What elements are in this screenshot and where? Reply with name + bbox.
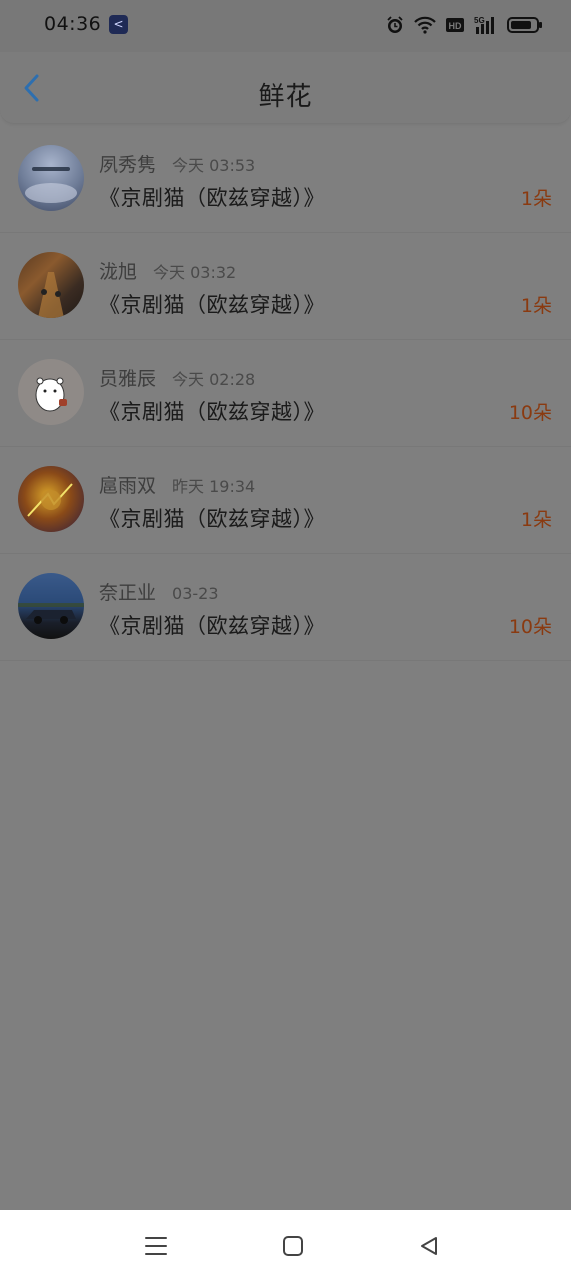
status-bar: 04:36 < HD 5G: [0, 0, 571, 52]
list-item[interactable]: 扈雨双 昨天 19:34 《京剧猫（欧兹穿越）》 1朵: [0, 447, 571, 554]
user-name: 员雅辰: [99, 368, 157, 390]
flower-count: 1朵: [520, 188, 552, 210]
back-nav-button[interactable]: [415, 1232, 443, 1260]
app-header: 鲜花: [0, 52, 571, 124]
home-button[interactable]: [279, 1232, 307, 1260]
status-time: 04:36: [44, 13, 102, 35]
alarm-icon: [385, 15, 405, 35]
book-title: 《京剧猫（欧兹穿越）》: [99, 186, 325, 210]
avatar: [18, 145, 84, 211]
flower-count: 10朵: [508, 616, 552, 638]
book-title: 《京剧猫（欧兹穿越）》: [99, 614, 325, 638]
kuaishou-icon: <: [109, 15, 128, 34]
status-icons: HD 5G: [385, 14, 543, 36]
back-icon: [421, 1237, 437, 1255]
hd-icon: HD: [445, 16, 465, 34]
post-time: 昨天 19:34: [172, 477, 256, 496]
5g-signal-icon: 5G: [473, 15, 499, 35]
system-nav-bar: [0, 1210, 571, 1280]
svg-text:HD: HD: [449, 21, 462, 31]
book-title: 《京剧猫（欧兹穿越）》: [99, 507, 325, 531]
post-time: 03-23: [172, 584, 219, 603]
post-time: 今天 03:53: [172, 156, 256, 175]
user-name: 夙秀隽: [99, 154, 157, 176]
avatar: [18, 573, 84, 639]
avatar: [18, 252, 84, 318]
avatar: [18, 359, 84, 425]
menu-button[interactable]: [142, 1232, 170, 1260]
flower-record-list: 夙秀隽 今天 03:53 《京剧猫（欧兹穿越）》 1朵 泷旭 今天 03:32 …: [0, 126, 571, 661]
list-item[interactable]: 奈正业 03-23 《京剧猫（欧兹穿越）》 10朵: [0, 554, 571, 661]
menu-icon: [145, 1237, 167, 1255]
avatar: [18, 466, 84, 532]
home-icon: [283, 1236, 303, 1256]
user-name: 扈雨双: [99, 475, 157, 497]
user-name: 奈正业: [99, 582, 157, 604]
flower-count: 1朵: [520, 295, 552, 317]
user-name: 泷旭: [99, 261, 138, 283]
list-item[interactable]: 员雅辰 今天 02:28 《京剧猫（欧兹穿越）》 10朵: [0, 340, 571, 447]
flower-count: 1朵: [520, 509, 552, 531]
post-time: 今天 02:28: [172, 370, 256, 389]
page-title: 鲜花: [258, 82, 313, 112]
list-item[interactable]: 泷旭 今天 03:32 《京剧猫（欧兹穿越）》 1朵: [0, 233, 571, 340]
book-title: 《京剧猫（欧兹穿越）》: [99, 293, 325, 317]
post-time: 今天 03:32: [153, 263, 237, 282]
wifi-icon: [413, 15, 437, 35]
svg-text:5G: 5G: [474, 16, 485, 25]
flower-count: 10朵: [508, 402, 552, 424]
list-item[interactable]: 夙秀隽 今天 03:53 《京剧猫（欧兹穿越）》 1朵: [0, 126, 571, 233]
book-title: 《京剧猫（欧兹穿越）》: [99, 400, 325, 424]
battery-icon: [507, 16, 543, 34]
